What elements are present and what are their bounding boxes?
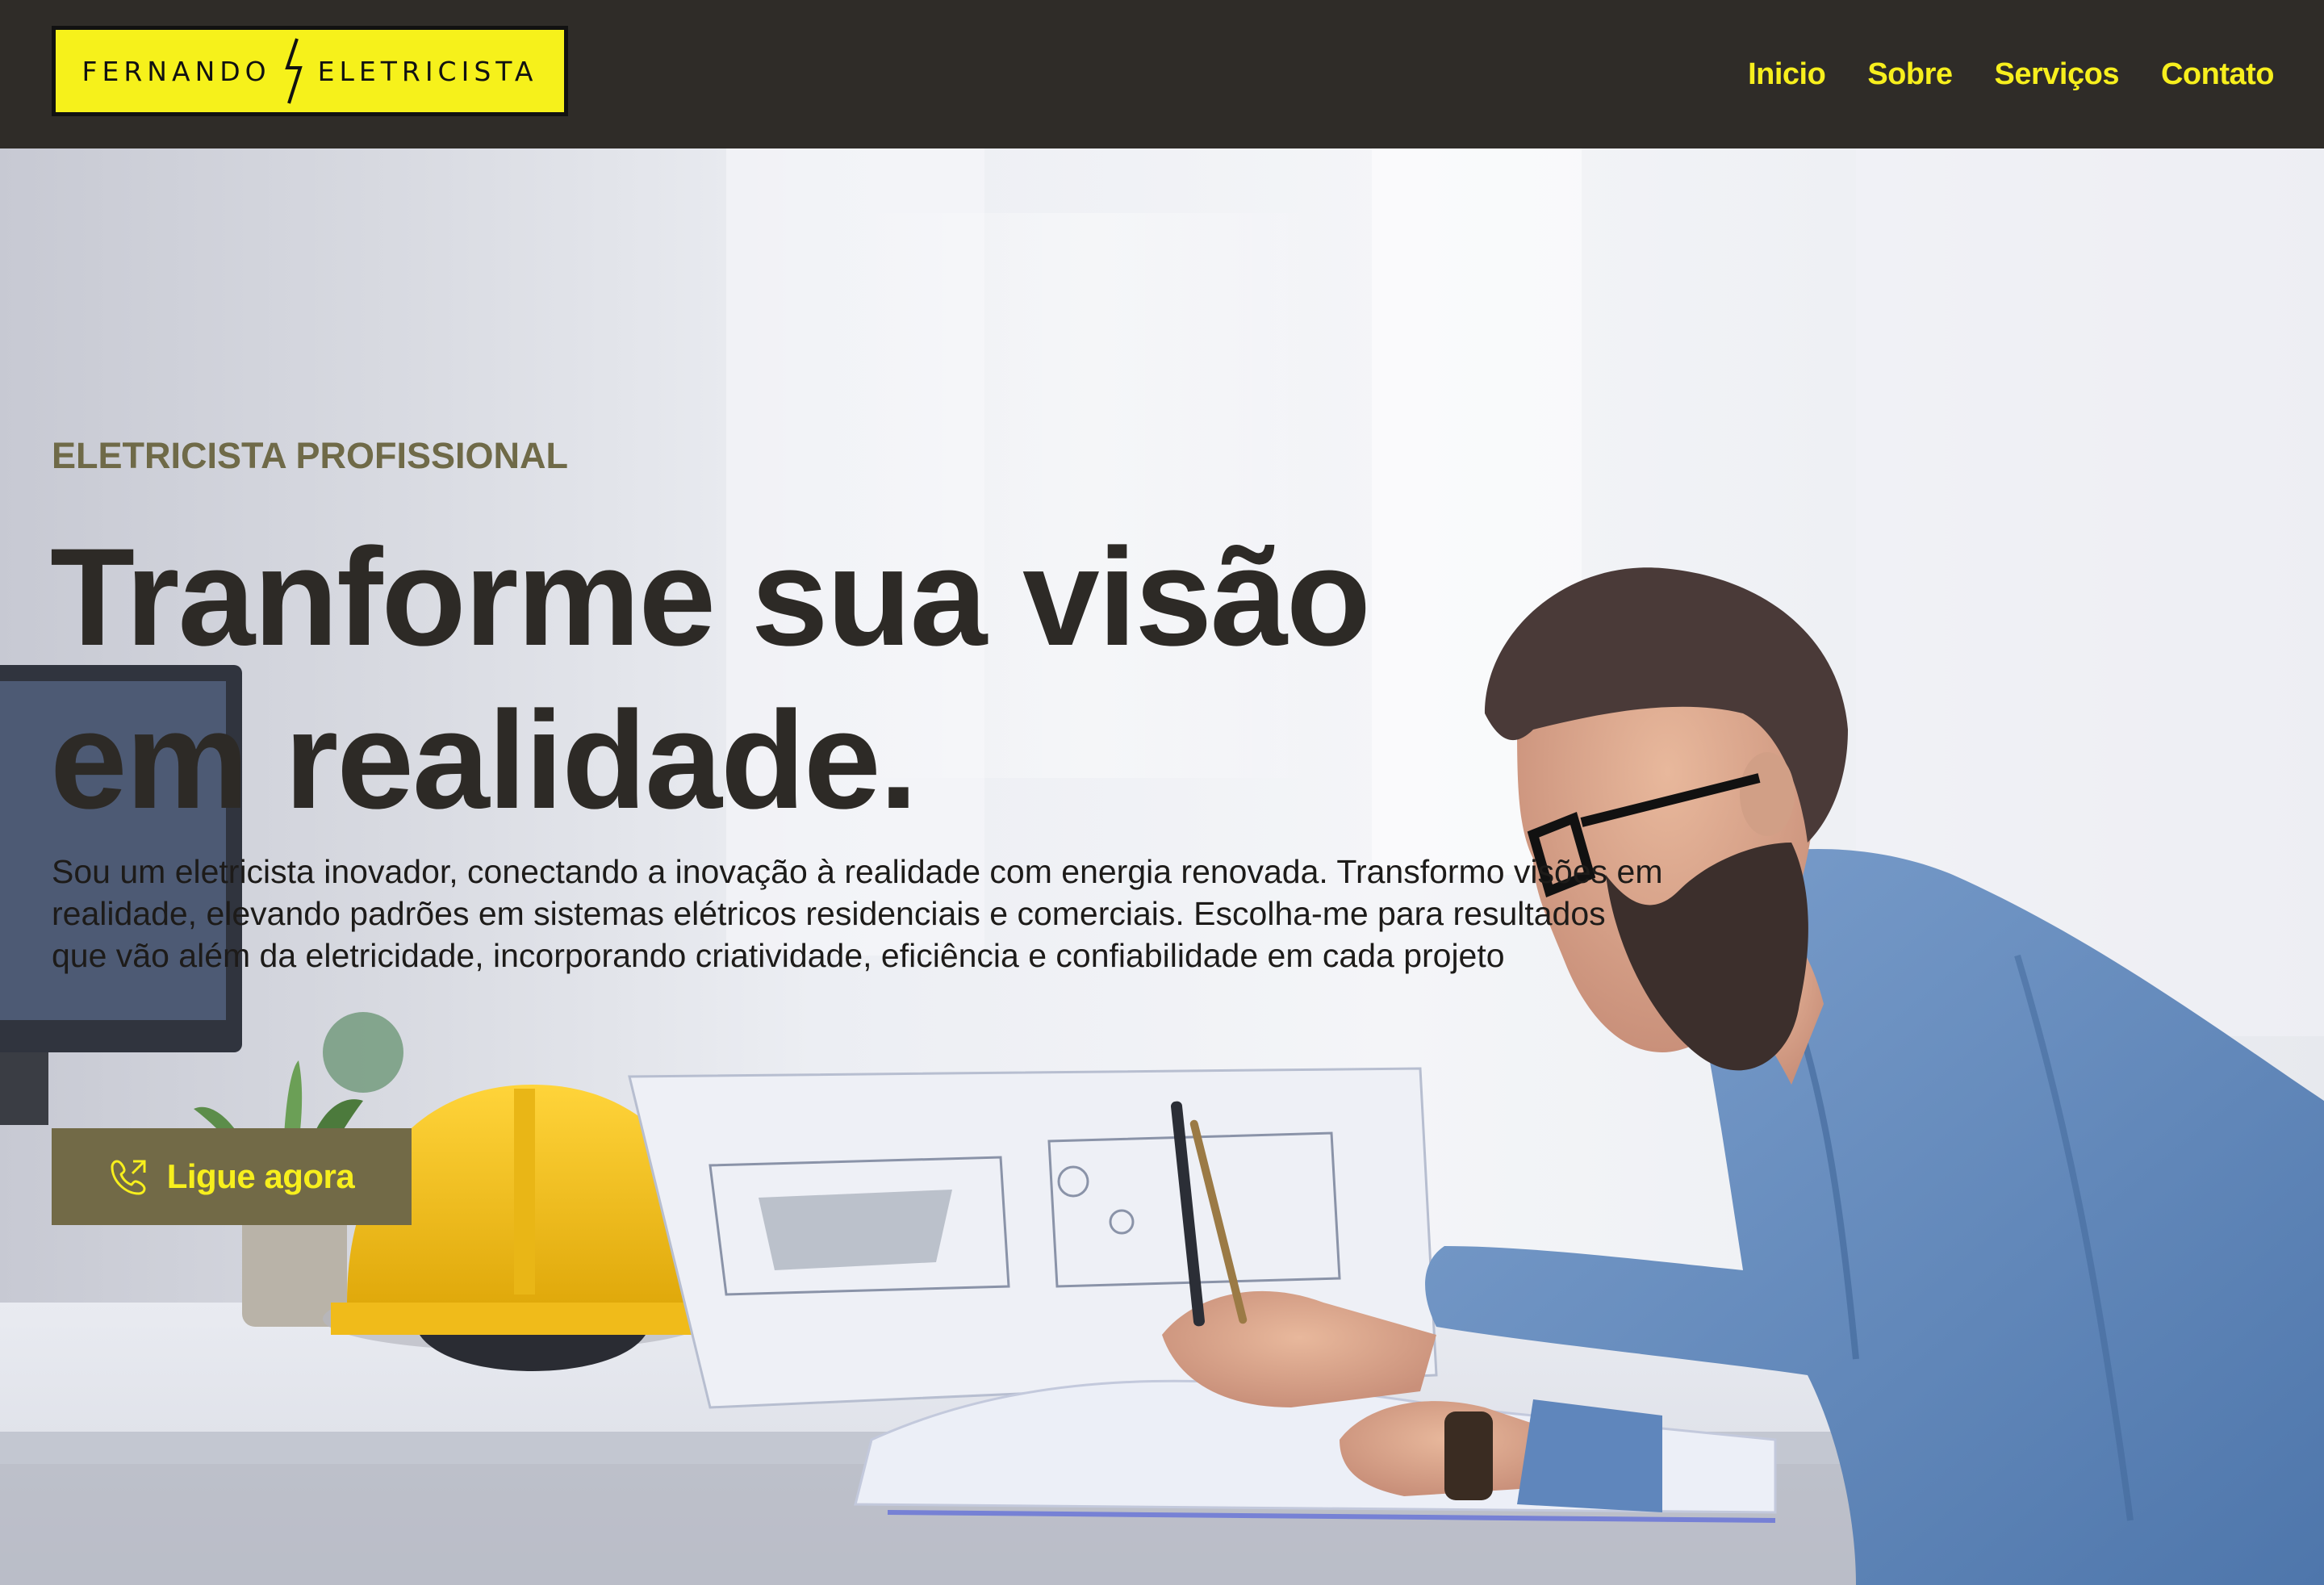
hero-eyebrow: ELETRICISTA PROFISSIONAL xyxy=(52,435,569,476)
site-header: FERNANDO ELETRICISTA Inicio Sobre Serviç… xyxy=(0,0,2324,148)
hero-section: ELETRICISTA PROFISSIONAL Tranforme sua v… xyxy=(0,148,2324,1585)
phone-call-icon xyxy=(111,1160,146,1195)
nav-link-inicio[interactable]: Inicio xyxy=(1748,57,1826,92)
call-now-button[interactable]: Ligue agora xyxy=(52,1128,412,1225)
nav-link-contato[interactable]: Contato xyxy=(2161,57,2275,92)
main-nav: Inicio Sobre Serviços Contato xyxy=(1748,48,2274,100)
nav-link-sobre[interactable]: Sobre xyxy=(1867,57,1953,92)
hero-headline: Tranforme sua visão em realidade. xyxy=(50,520,1371,838)
nav-link-servicos[interactable]: Serviços xyxy=(1995,57,2120,92)
lightning-bolt-icon xyxy=(284,38,303,104)
call-now-label: Ligue agora xyxy=(166,1157,355,1195)
logo[interactable]: FERNANDO ELETRICISTA xyxy=(52,26,568,116)
hero-description: Sou um eletricista inovador, conectando … xyxy=(52,853,1663,974)
logo-text-second: ELETRICISTA xyxy=(317,55,538,87)
logo-text-first: FERNANDO xyxy=(82,55,271,87)
